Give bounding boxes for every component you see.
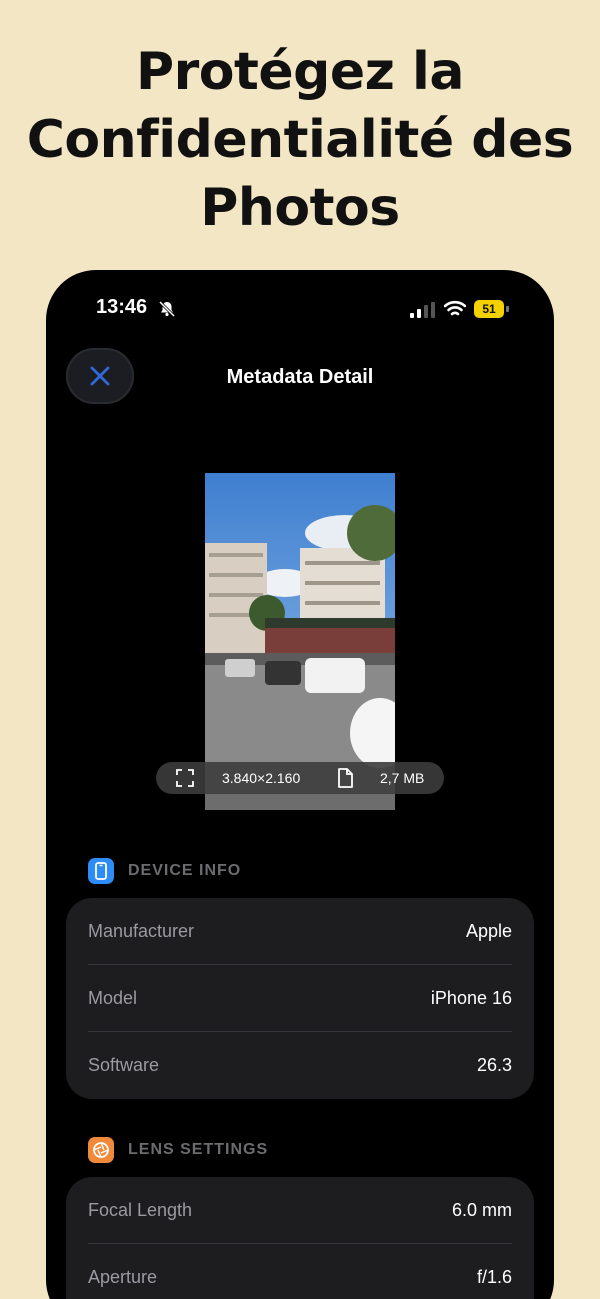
row-value: 6.0 mm [451, 1199, 512, 1220]
row-value: f/1.6 [476, 1267, 512, 1287]
battery-level: 51 [474, 300, 504, 318]
lens-settings-card: Focal Length 6.0 mm Aperture f/1.6 [66, 1177, 534, 1299]
row-label: Model [88, 987, 138, 1008]
device-info-card: Manufacturer Apple Model iPhone 16 Softw… [66, 898, 534, 1099]
lens-settings-header: LENS SETTINGS [88, 1137, 268, 1163]
headline-line-1: Protégez la [136, 42, 464, 102]
phone-frame: 13:46 51 Metadata Detail 3.840×2.160 2,7… [46, 270, 554, 1299]
cellular-signal-icon [410, 302, 435, 318]
lens-row-aperture: Aperture f/1.6 [88, 1244, 512, 1299]
lens-row-focal-length: Focal Length 6.0 mm [88, 1177, 512, 1244]
headline-line-3: Photos [200, 178, 400, 238]
row-label: Focal Length [88, 1199, 193, 1220]
status-time: 13:46 [96, 296, 148, 318]
row-value: Apple [465, 920, 512, 941]
aperture-icon [88, 1137, 114, 1163]
file-icon [338, 768, 353, 788]
wifi-icon [444, 300, 466, 316]
dimensions-icon [176, 769, 194, 787]
photo-file-size: 2,7 MB [380, 770, 425, 786]
row-label: Software [88, 1055, 160, 1075]
headline-line-2: Confidentialité des [26, 110, 574, 170]
photo-info-pill: 3.840×2.160 2,7 MB [156, 762, 444, 794]
row-label: Aperture [88, 1267, 158, 1287]
photo-preview[interactable] [205, 473, 395, 810]
row-value: 26.3 [476, 1055, 512, 1075]
device-info-header: DEVICE INFO [88, 858, 241, 884]
bell-slash-icon [158, 300, 176, 318]
status-bar: 13:46 51 [46, 270, 554, 346]
lens-settings-title: LENS SETTINGS [128, 1141, 269, 1158]
device-row-model: Model iPhone 16 [88, 965, 512, 1032]
row-label: Manufacturer [88, 920, 195, 941]
phone-icon [88, 858, 114, 884]
street-photo-image [205, 473, 395, 810]
device-row-software: Software 26.3 [88, 1032, 512, 1099]
photo-resolution: 3.840×2.160 [222, 770, 301, 786]
device-info-title: DEVICE INFO [128, 862, 242, 879]
row-value: iPhone 16 [430, 987, 512, 1008]
device-row-manufacturer: Manufacturer Apple [88, 898, 512, 965]
battery-indicator: 51 [474, 300, 510, 318]
headline: Protégez la Confidentialité des Photos [0, 38, 600, 242]
page-title: Metadata Detail [226, 366, 374, 388]
